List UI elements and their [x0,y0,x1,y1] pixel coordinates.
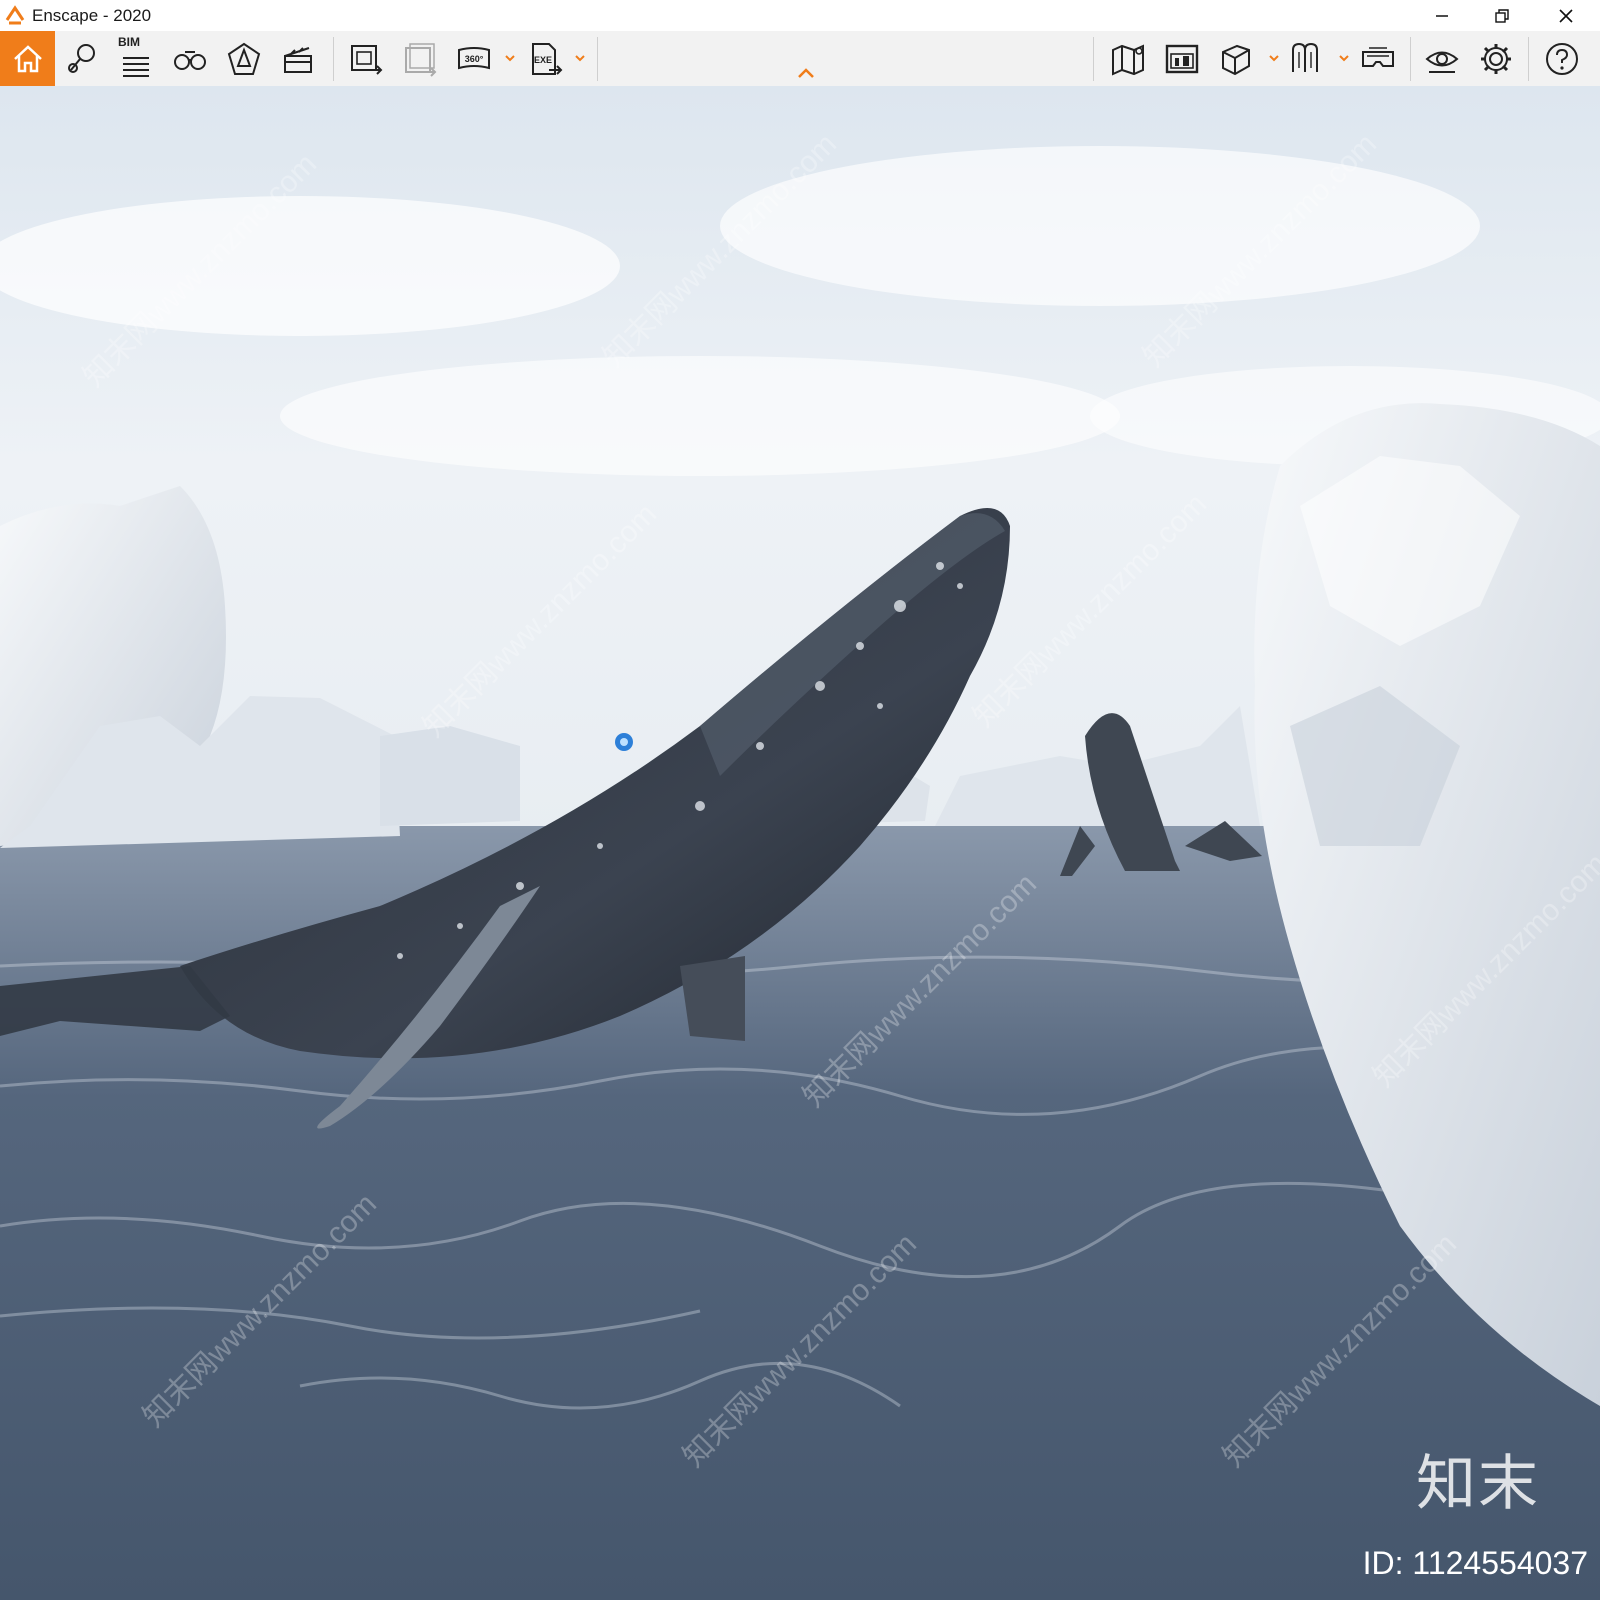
restore-icon [1495,8,1509,23]
map-icon [1112,44,1144,76]
clapperboard-icon [284,47,312,73]
enscape-logo-icon [5,5,25,25]
materials-dropdown-chevron-icon[interactable] [1338,51,1350,65]
panorama-dropdown-chevron-icon[interactable] [504,51,516,65]
toolbar-separator [1528,37,1529,81]
map-button[interactable] [1106,37,1150,81]
materials-button[interactable] [1284,37,1328,81]
views-pin-icon [68,44,95,73]
asset-library-icon [1165,44,1199,74]
general-settings-button[interactable] [1474,37,1518,81]
panorama-button[interactable]: 360° [452,37,496,81]
export-exe-dropdown-chevron-icon[interactable] [574,51,586,65]
minimize-button[interactable] [1412,0,1472,31]
home-button[interactable] [0,31,55,86]
materials-icon [1292,42,1318,72]
chevron-up-icon[interactable] [797,67,815,79]
batch-render-icon [405,43,437,77]
minimize-icon [1436,14,1448,17]
render-viewport[interactable]: 知末网www.znzmo.com 知末网www.znzmo.com 知末网www… [0,86,1600,1600]
panorama-360-icon: 360° [458,47,490,70]
screenshot-button[interactable] [344,37,388,81]
cube-icon [1222,44,1250,76]
vr-headset-icon [1362,47,1394,67]
toolbar-separator [333,37,334,81]
exe-export-icon: EXE [532,43,563,75]
home-icon [13,44,42,72]
help-icon [1546,43,1578,75]
image-id: ID: 1124554037 [1362,1545,1588,1581]
binoculars-icon [174,51,206,70]
close-icon [1559,8,1573,23]
eye-icon [1425,51,1459,73]
asset-library-button[interactable] [1160,37,1204,81]
visual-settings-button[interactable] [1420,37,1464,81]
help-button[interactable] [1540,37,1584,81]
toolbar-separator [1410,37,1411,81]
views-button[interactable] [60,37,104,81]
restore-button[interactable] [1472,0,1532,31]
light-cone-icon [227,42,261,75]
cube-button[interactable] [1214,37,1258,81]
video-editor-button[interactable] [276,37,320,81]
render-export-icon [351,45,383,75]
toolbar-separator [597,37,598,81]
cube-dropdown-chevron-icon[interactable] [1268,51,1280,65]
window-title: Enscape - 2020 [32,6,152,25]
brand-logo: 知末 [1416,1449,1540,1519]
panorama-label: 360° [465,54,484,64]
batch-render-button[interactable] [398,37,442,81]
vr-headset-button[interactable] [1356,37,1400,81]
object-info-button[interactable] [222,37,266,81]
bim-label: BIM [118,35,140,49]
binoculars-button[interactable] [168,37,212,81]
close-button[interactable] [1536,0,1596,31]
bim-button[interactable]: BIM [114,35,158,81]
main-toolbar: BIM 360° EXE [0,31,1600,86]
title-bar: Enscape - 2020 [0,0,1600,31]
rendered-scene [0,86,1600,1600]
toolbar-separator [1093,37,1094,81]
gear-icon [1481,44,1511,74]
export-exe-button[interactable]: EXE [522,37,566,81]
export-exe-label: EXE [534,55,552,65]
